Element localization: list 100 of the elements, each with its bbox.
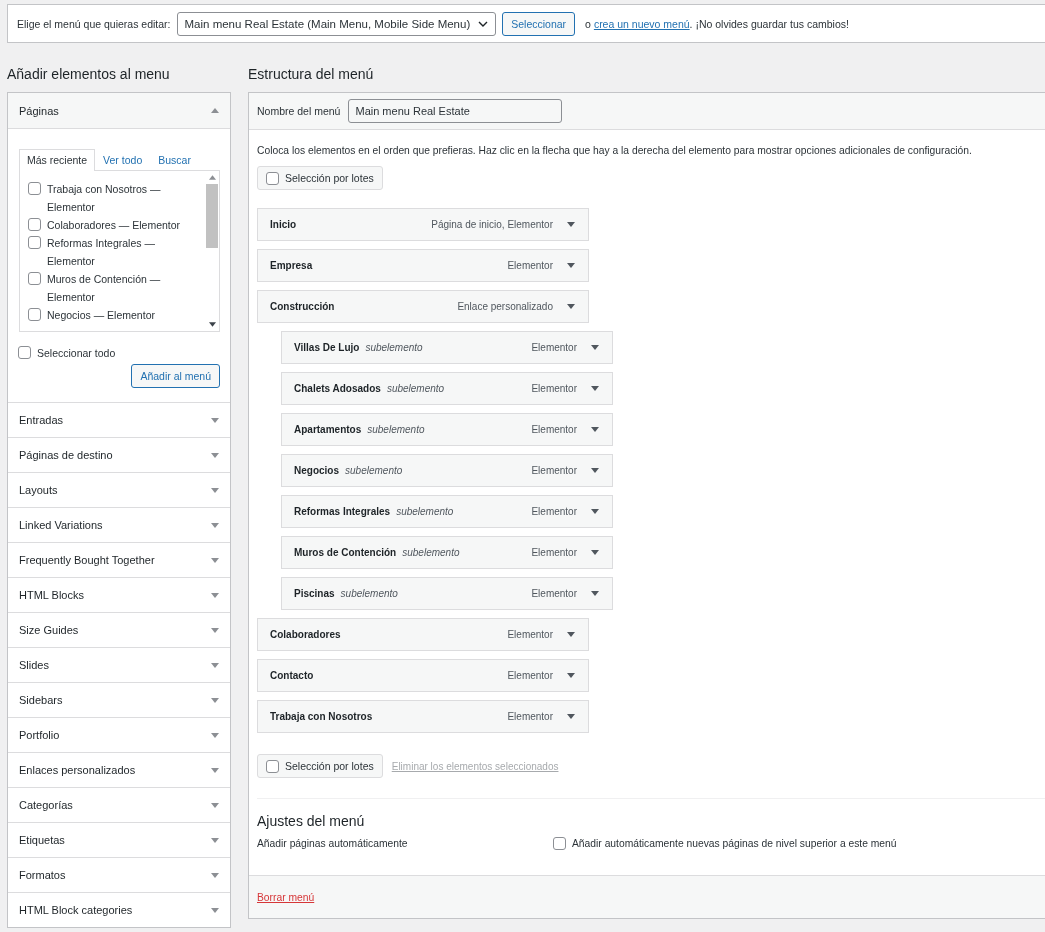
dropdown-arrow-icon[interactable]	[591, 509, 599, 514]
tab[interactable]: Buscar	[150, 149, 199, 170]
checkbox[interactable]	[28, 272, 41, 285]
menu-item-type: Elementor	[531, 588, 577, 599]
menu-select[interactable]: Main menu Real Estate (Main Menu, Mobile Side Menu)	[176, 11, 497, 36]
dropdown-arrow-icon[interactable]	[567, 673, 575, 678]
tab[interactable]: Ver todo	[95, 149, 151, 170]
checkbox[interactable]	[28, 308, 41, 321]
dropdown-arrow-icon[interactable]	[591, 386, 599, 391]
menu-item-bar[interactable]: Trabaja con Nosotros Elementor	[257, 700, 589, 733]
accordion-title: Enlaces personalizados	[19, 764, 136, 776]
menu-item-title: Apartamentos	[294, 424, 362, 435]
checkbox[interactable]	[266, 171, 279, 185]
menu-item-bar[interactable]: Inicio Página de inicio, Elementor	[257, 208, 589, 241]
accordion-header[interactable]: Linked Variations	[8, 507, 230, 542]
menu-item-sublabel: subelemento	[386, 383, 445, 394]
menu-settings-heading: Ajustes del menú	[257, 813, 366, 829]
accordion-header[interactable]: Formatos	[8, 857, 230, 892]
menu-item-type: Elementor	[507, 629, 553, 640]
dropdown-arrow-icon[interactable]	[567, 263, 575, 268]
menu-structure-heading: Estructura del menú	[248, 66, 375, 83]
accordion-header[interactable]: HTML Blocks	[8, 577, 230, 612]
scroll-down-arrow-icon[interactable]	[208, 322, 216, 327]
menu-item-bar[interactable]: Contacto Elementor	[257, 659, 589, 692]
menu-item-bar[interactable]: Construcción Enlace personalizado	[257, 290, 589, 323]
dropdown-arrow-icon[interactable]	[591, 427, 599, 432]
dropdown-arrow-icon[interactable]	[567, 222, 575, 227]
bulk-select-button[interactable]: Selección por lotes	[257, 754, 383, 778]
accordion-title: HTML Blocks	[19, 589, 84, 601]
menu-item-type: Elementor	[531, 383, 577, 394]
accordion-title: Entradas	[19, 414, 64, 426]
accordion-title: Páginas	[19, 104, 59, 117]
accordion-title: Categorías	[19, 799, 73, 811]
accordion-header[interactable]: Categorías	[8, 787, 230, 822]
menu-item-bar[interactable]: Colaboradores Elementor	[257, 618, 589, 651]
accordion-header[interactable]: Size Guides	[8, 612, 230, 647]
accordion-header[interactable]: Enlaces personalizados	[8, 752, 230, 787]
menu-item-title: Colaboradores	[270, 629, 341, 640]
instructions-text: Coloca los elementos en el orden que prefieras. Haz clic en la flecha que hay a la derecha del elemento para mostrar opciones adicionales de configuración.	[257, 145, 973, 156]
delete-menu-link[interactable]: Borrar menú	[257, 891, 315, 903]
accordion-title: Portfolio	[19, 729, 60, 741]
checkbox[interactable]	[28, 182, 41, 195]
menu-name-field[interactable]: Main menu Real Estate	[348, 99, 563, 123]
accordion-header[interactable]: Layouts	[8, 472, 230, 507]
dropdown-arrow-icon[interactable]	[591, 550, 599, 555]
accordion-header[interactable]: Sidebars	[8, 682, 230, 717]
checkbox[interactable]	[18, 346, 31, 359]
accordion-header[interactable]: Páginas	[8, 93, 230, 129]
checkbox[interactable]	[266, 759, 279, 773]
select-button[interactable]: Seleccionar	[502, 11, 576, 36]
accordion-header[interactable]: Entradas	[8, 402, 230, 437]
menu-item-bar[interactable]: Empresa Elementor	[257, 249, 589, 282]
accordion-header[interactable]: Slides	[8, 647, 230, 682]
auto-add-option-label: Añadir automáticamente nuevas páginas de nivel superior a este menú	[572, 837, 897, 849]
accordion-header[interactable]: HTML Block categories	[8, 892, 230, 927]
select-all-label: Seleccionar todo	[37, 346, 116, 359]
menu-item-sublabel: subelemento	[396, 506, 454, 517]
checkbox[interactable]	[28, 218, 41, 231]
accordion-title: Sidebars	[19, 694, 63, 706]
menu-item-type: Elementor	[531, 547, 577, 558]
accordion-title: Etiquetas	[19, 834, 65, 846]
menu-item-bar[interactable]: Piscinas subelemento Elementor	[281, 577, 613, 610]
scroll-up-arrow-icon[interactable]	[208, 175, 216, 180]
checkbox[interactable]	[553, 836, 566, 850]
dropdown-arrow-icon[interactable]	[567, 714, 575, 719]
menu-item-sublabel: subelemento	[365, 342, 423, 353]
menu-item-type: Elementor	[531, 424, 577, 435]
add-to-menu-button[interactable]: Añadir al menú	[131, 364, 220, 388]
accordion-header[interactable]: Etiquetas	[8, 822, 230, 857]
checkbox[interactable]	[28, 236, 41, 249]
page-label: Colaboradores — Elementor	[47, 218, 181, 233]
accordion-header[interactable]: Portfolio	[8, 717, 230, 752]
menu-item-title: Piscinas	[294, 588, 335, 599]
menu-item-bar[interactable]: Reformas Integrales subelemento Elementor	[281, 495, 613, 528]
tab[interactable]: Más reciente	[19, 149, 96, 171]
create-menu-link[interactable]: crea un nuevo menú	[593, 17, 690, 30]
accordion-title: Layouts	[19, 484, 58, 496]
menu-item-title: Negocios	[294, 465, 339, 476]
accordion-header[interactable]: Páginas de destino	[8, 437, 230, 472]
menu-item-bar[interactable]: Negocios subelemento Elementor	[281, 454, 613, 487]
dropdown-arrow-icon[interactable]	[591, 345, 599, 350]
menu-item-title: Construcción	[270, 301, 335, 312]
menu-item-bar[interactable]: Chalets Adosados subelemento Elementor	[281, 372, 613, 405]
accordion-title: Formatos	[19, 869, 66, 881]
dropdown-arrow-icon[interactable]	[567, 632, 575, 637]
menu-item-title: Villas De Lujo	[294, 342, 360, 353]
menu-name-label: Nombre del menú	[257, 105, 341, 117]
menu-item-bar[interactable]: Muros de Contención subelemento Elementor	[281, 536, 613, 569]
dropdown-arrow-icon[interactable]	[591, 591, 599, 596]
menu-item-title: Chalets Adosados	[294, 383, 381, 394]
menu-item-bar[interactable]: Villas De Lujo subelemento Elementor	[281, 331, 613, 364]
accordion-title: HTML Block categories	[19, 904, 133, 916]
bulk-select-button[interactable]: Selección por lotes	[257, 166, 383, 190]
accordion-header[interactable]: Frequently Bought Together	[8, 542, 230, 577]
menu-item-bar[interactable]: Apartamentos subelemento Elementor	[281, 413, 613, 446]
dropdown-arrow-icon[interactable]	[591, 468, 599, 473]
accordion-title: Páginas de destino	[19, 449, 113, 461]
menu-item-title: Empresa	[270, 260, 313, 271]
dropdown-arrow-icon[interactable]	[567, 304, 575, 309]
accordion-title: Size Guides	[19, 624, 79, 636]
